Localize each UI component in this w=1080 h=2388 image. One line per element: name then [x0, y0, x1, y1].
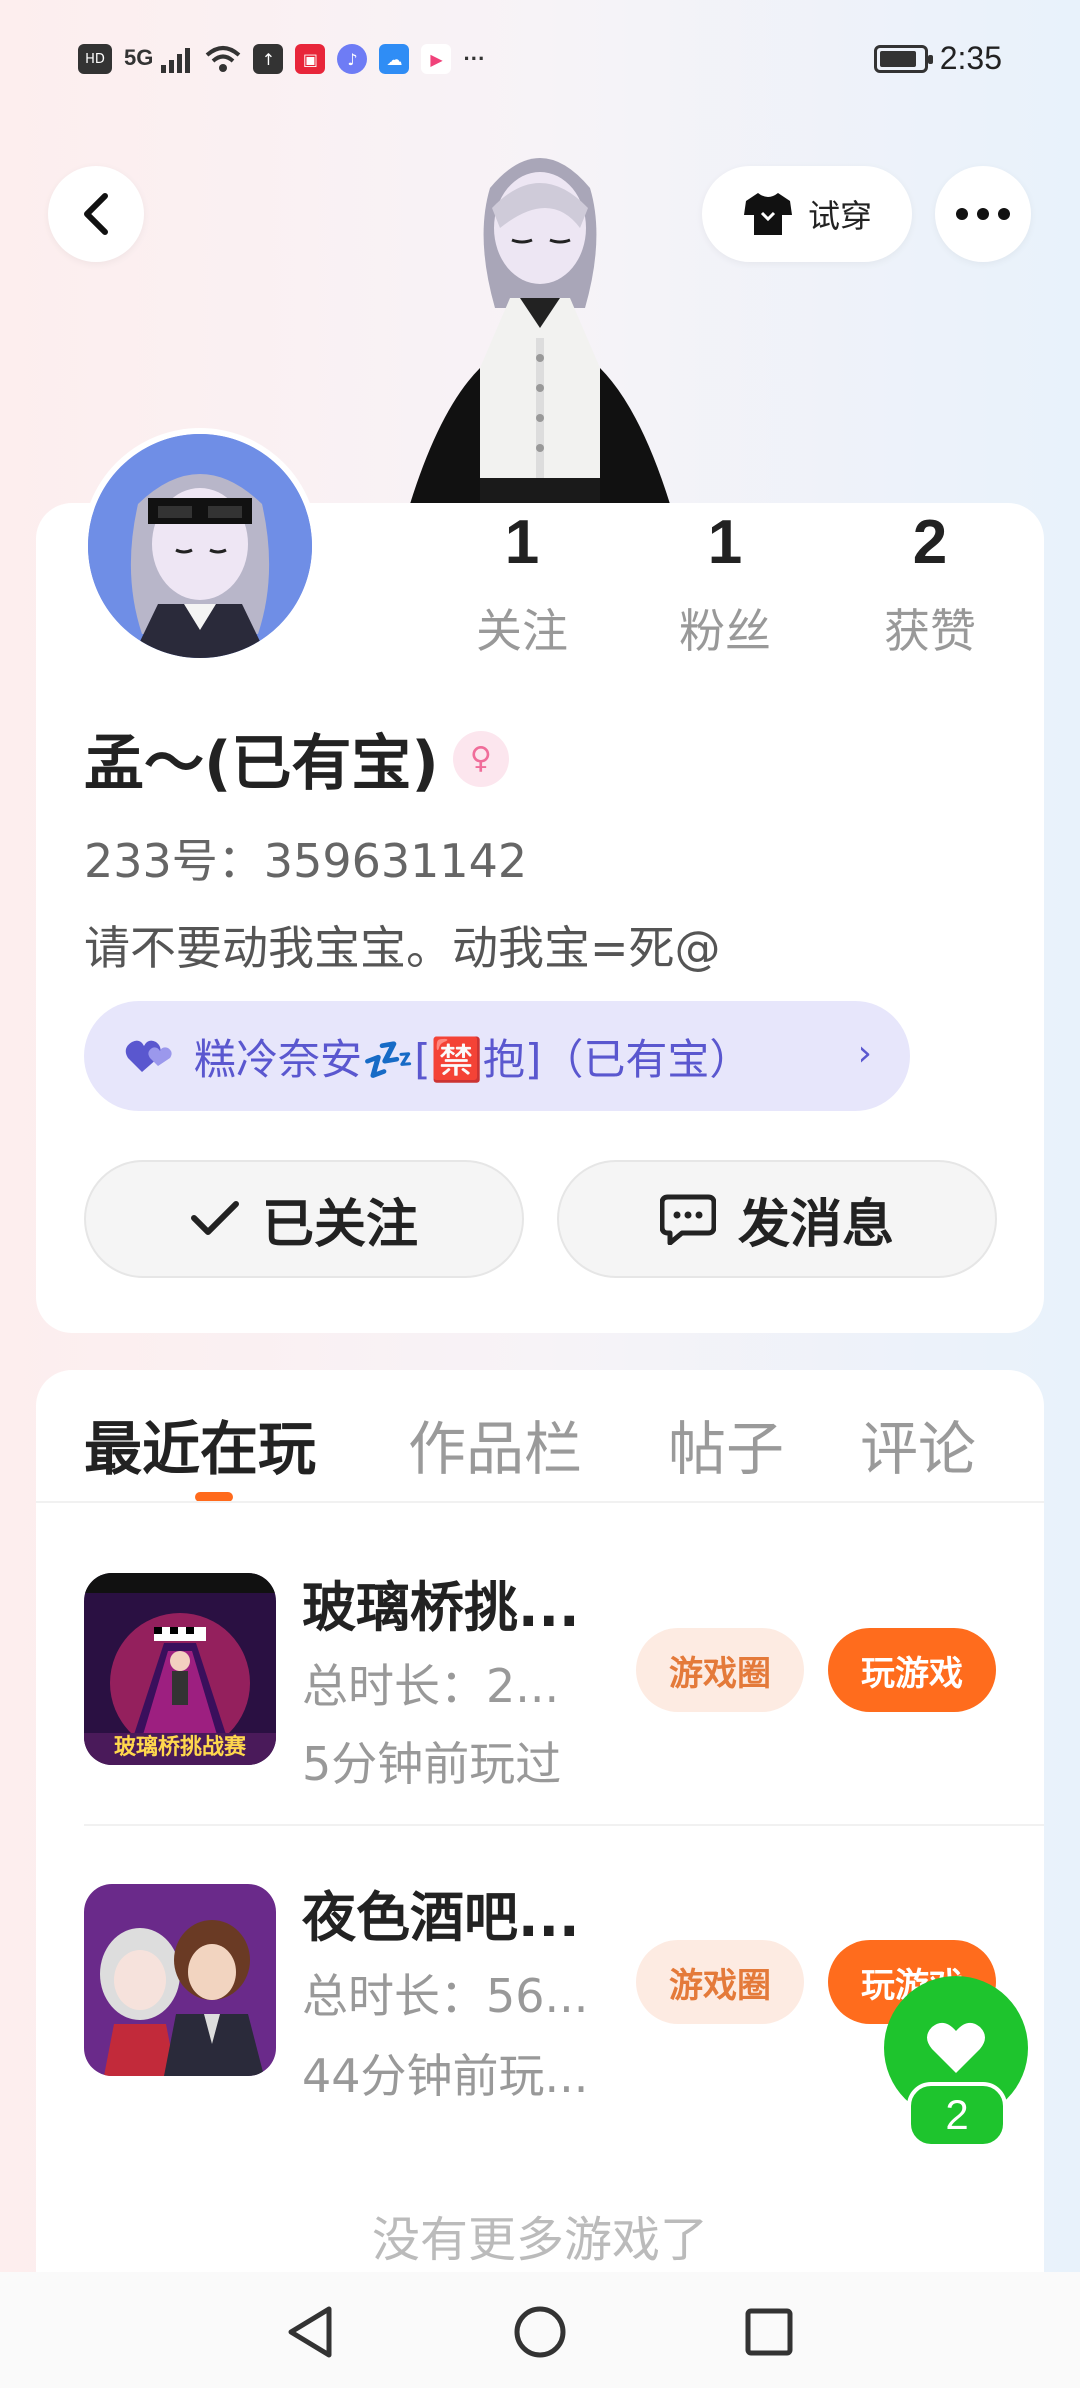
game-circle-button[interactable]: 游戏圈 [636, 1940, 804, 2024]
stat-likes[interactable]: 2 获赞 [850, 505, 1010, 661]
likes-label: 获赞 [884, 604, 976, 658]
profile-avatar[interactable] [82, 428, 318, 664]
following-label: 关注 [476, 604, 568, 658]
bio: 请不要动我宝宝。动我宝=死@ [84, 921, 721, 975]
try-on-button[interactable]: 试穿 [702, 166, 912, 262]
fans-label: 粉丝 [679, 604, 771, 658]
play-game-button[interactable]: 玩游戏 [828, 1628, 996, 1712]
double-heart-icon [125, 1040, 172, 1072]
battery-level [879, 50, 916, 67]
heart-icon [927, 2022, 985, 2073]
tshirt-icon [743, 193, 792, 235]
nickname-row: 孟～(已有宝) ♀ [84, 715, 509, 802]
square-recents-icon [745, 2308, 793, 2356]
tab-posts[interactable]: 帖子 [668, 1402, 784, 1486]
following-count: 1 [504, 508, 540, 577]
more-notifications-icon: ··· [463, 46, 486, 71]
triangle-back-icon [288, 2306, 332, 2358]
nickname: 孟～(已有宝) [84, 729, 439, 799]
signal-icon: 5G [124, 45, 193, 73]
like-count-badge: 2 [907, 2082, 1007, 2148]
chat-bubble-icon [659, 1194, 716, 1245]
row-divider [84, 1824, 1044, 1826]
battery-icon [873, 44, 933, 73]
nav-recents-button[interactable] [739, 2302, 799, 2362]
game-duration: 总时长：2... [302, 1659, 560, 1713]
status-icons-right: 2:35 [873, 40, 1002, 77]
music-icon: ♪ [337, 44, 368, 74]
fans-count: 1 [707, 508, 743, 577]
video-app-icon: ▶ [421, 44, 452, 74]
game-last-played: 44分钟前玩... [302, 2049, 589, 2103]
female-gender-icon: ♀ [452, 730, 509, 787]
app-notification-icon: ▣ [295, 44, 326, 74]
tab-comments[interactable]: 评论 [860, 1402, 976, 1486]
avatar-image [88, 434, 312, 658]
tab-recently-played[interactable]: 最近在玩 [84, 1402, 316, 1486]
user-id: 233号：359631142 [84, 834, 528, 888]
game-circle-button[interactable]: 游戏圈 [636, 1628, 804, 1712]
game-icon-glass-bridge[interactable]: 玻璃桥挑战赛 [84, 1573, 276, 1765]
clock: 2:35 [939, 40, 1002, 76]
send-message-button[interactable]: 发消息 [557, 1160, 997, 1278]
try-on-label: 试穿 [807, 197, 872, 235]
send-message-label: 发消息 [737, 1194, 894, 1255]
more-options-button[interactable] [935, 166, 1031, 262]
circle-home-icon [514, 2306, 566, 2358]
followed-label: 已关注 [261, 1194, 418, 1255]
checkmark-icon [190, 1201, 239, 1235]
likes-count: 2 [912, 508, 948, 577]
avatar-3d-figure[interactable] [400, 148, 680, 504]
chevron-right-icon: › [857, 1033, 872, 1074]
status-icons-left: HD 5G ↑ ▣ ♪ ☁ ▶ ··· [78, 44, 485, 74]
system-nav-bar [0, 2272, 1080, 2388]
network-type-label: 5G [124, 45, 154, 71]
nav-back-button[interactable] [280, 2302, 340, 2362]
stat-following[interactable]: 1 关注 [442, 505, 602, 661]
game-icon-night-bar[interactable] [84, 1884, 276, 2076]
game-duration: 总时长：56... [302, 1969, 589, 2023]
couple-name: 糕冷奈安💤[🈲抱]（已有宝） [194, 1034, 752, 1084]
back-button[interactable] [48, 166, 144, 262]
more-dots-icon [956, 208, 1010, 220]
wifi-icon [206, 46, 241, 72]
no-more-games-text: 没有更多游戏了 [371, 2212, 708, 2268]
stat-fans[interactable]: 1 粉丝 [645, 505, 805, 661]
cloud-icon: ☁ [379, 44, 410, 74]
tabs-divider [36, 1501, 1044, 1503]
chevron-left-icon [84, 193, 108, 235]
night-bar-artwork [84, 1884, 276, 2076]
status-bar: HD 5G ↑ ▣ ♪ ☁ ▶ ··· 2:35 [0, 0, 1080, 130]
upload-icon: ↑ [253, 44, 284, 74]
nav-home-button[interactable] [510, 2302, 570, 2362]
couple-link[interactable]: 糕冷奈安💤[🈲抱]（已有宝） › [84, 1001, 910, 1111]
game-title[interactable]: 玻璃桥挑... [302, 1563, 580, 1642]
game-title[interactable]: 夜色酒吧... [302, 1873, 580, 1952]
followed-button[interactable]: 已关注 [84, 1160, 524, 1278]
hd-icon: HD [78, 44, 112, 74]
glass-bridge-caption: 玻璃桥挑战赛 [113, 1735, 246, 1760]
game-last-played: 5分钟前玩过 [302, 1737, 562, 1791]
tab-works[interactable]: 作品栏 [408, 1402, 582, 1486]
